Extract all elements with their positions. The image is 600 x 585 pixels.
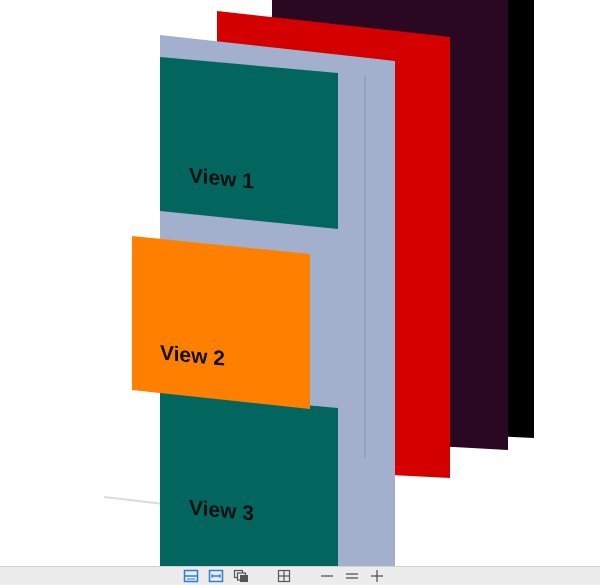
layers-button[interactable] bbox=[232, 568, 250, 584]
zoom-actual-size-icon bbox=[346, 573, 358, 579]
zoom-in-icon bbox=[371, 570, 383, 582]
view-1[interactable]: View 1 bbox=[160, 57, 338, 229]
grid-button[interactable] bbox=[275, 568, 293, 584]
zoom-out-icon bbox=[321, 575, 333, 577]
zoom-out-button[interactable] bbox=[318, 568, 336, 584]
show-constraints-icon bbox=[208, 569, 224, 583]
grid-icon bbox=[277, 569, 291, 583]
zoom-actual-size-button[interactable] bbox=[343, 568, 361, 584]
view-2[interactable]: View 2 bbox=[132, 236, 310, 409]
zoom-in-button[interactable] bbox=[368, 568, 386, 584]
clip-content-button[interactable] bbox=[182, 568, 200, 584]
show-constraints-button[interactable] bbox=[207, 568, 225, 584]
exploded-3d-layers: View 1 View 3 View 2 bbox=[103, 0, 534, 566]
view-hierarchy-canvas[interactable]: View 1 View 3 View 2 bbox=[0, 0, 600, 566]
debug-toolbar bbox=[0, 566, 600, 585]
view-3[interactable]: View 3 bbox=[160, 392, 338, 566]
clip-content-icon bbox=[183, 569, 199, 583]
layers-icon bbox=[233, 569, 248, 582]
